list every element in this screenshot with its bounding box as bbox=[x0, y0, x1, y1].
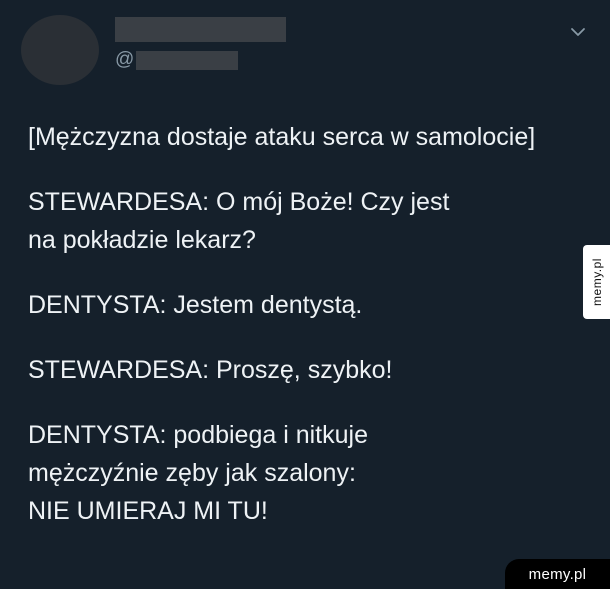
chevron-down-icon[interactable] bbox=[568, 22, 588, 42]
tweet-line: NIE UMIERAJ MI TU! bbox=[28, 497, 268, 525]
tweet-paragraph: [Mężczyzna dostaje ataku serca w samoloc… bbox=[28, 118, 588, 156]
watermark-bottom: memy.pl bbox=[505, 559, 610, 589]
tweet-line: na pokładzie lekarz? bbox=[28, 226, 256, 254]
tweet-text: [Mężczyzna dostaje ataku serca w samoloc… bbox=[28, 118, 588, 557]
tweet-line: STEWARDESA: O mój Boże! Czy jest bbox=[28, 188, 450, 216]
avatar[interactable] bbox=[21, 15, 99, 85]
tweet-line: mężczyźnie zęby jak szalony: bbox=[28, 459, 356, 487]
watermark-side-label: memy.pl bbox=[589, 258, 604, 306]
watermark-side: memy.pl bbox=[583, 245, 610, 319]
tweet-line: STEWARDESA: Proszę, szybko! bbox=[28, 356, 393, 384]
tweet-paragraph: DENTYSTA: Jestem dentystą. bbox=[28, 286, 588, 324]
handle-redacted bbox=[136, 50, 239, 70]
tweet-line: [Mężczyzna dostaje ataku serca w samoloc… bbox=[28, 123, 536, 151]
watermark-bottom-label: memy.pl bbox=[528, 565, 587, 583]
display-name-redacted bbox=[115, 17, 286, 42]
handle-row: @ bbox=[115, 49, 239, 71]
tweet-paragraph: DENTYSTA: podbiega i nitkuje mężczyźnie … bbox=[28, 416, 588, 530]
tweet-paragraph: STEWARDESA: Proszę, szybko! bbox=[28, 351, 588, 389]
tweet-line: DENTYSTA: Jestem dentystą. bbox=[28, 291, 363, 319]
tweet-line: DENTYSTA: podbiega i nitkuje bbox=[28, 421, 368, 449]
handle-at-sign: @ bbox=[115, 49, 135, 70]
tweet-paragraph: STEWARDESA: O mój Boże! Czy jest na pokł… bbox=[28, 183, 588, 259]
